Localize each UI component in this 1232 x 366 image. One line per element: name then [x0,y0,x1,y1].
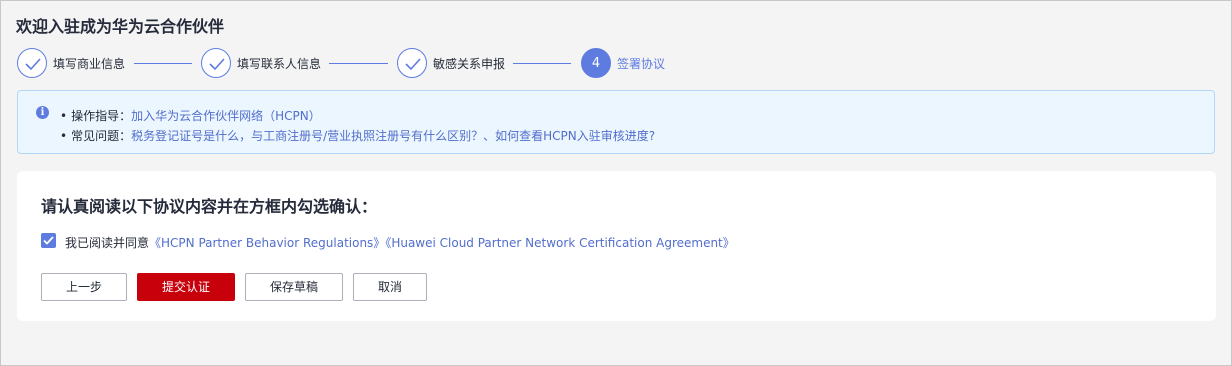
review-progress-faq-link[interactable]: 如何查看HCPN入驻审核进度? [495,129,655,143]
step-connector [329,63,388,64]
bullet: • [60,109,68,123]
tax-registration-faq-link[interactable]: 税务登记证号是什么，与工商注册号/营业执照注册号有什么区别？ [131,129,483,143]
info-icon: i [36,106,49,119]
prev-step-button[interactable]: 上一步 [41,273,127,301]
agree-checkbox[interactable] [41,233,56,248]
step-3-label: 敏感关系申报 [433,57,506,71]
guide-prefix: 操作指导： [71,109,132,123]
agreement-card: 请认真阅读以下协议内容并在方框内勾选确认： 我已阅读并同意《HCPN Partn… [17,171,1216,321]
certification-agreement-link[interactable]: 《Huawei Cloud Partner Network Certificat… [385,236,734,250]
cancel-button[interactable]: 取消 [353,273,427,301]
step-2-check-icon [201,48,231,78]
save-draft-button[interactable]: 保存草稿 [245,273,343,301]
step-4-number: 4 [581,48,611,78]
step-1-label: 填写商业信息 [53,57,126,71]
step-connector [513,63,571,64]
agree-prefix: 我已阅读并同意 [65,236,150,250]
faq-separator: 、 [483,129,496,143]
progress-steps: 填写商业信息 填写联系人信息 敏感关系申报 4 签署协议 [16,47,716,79]
faq-prefix: 常见问题： [71,129,132,143]
agreement-heading: 请认真阅读以下协议内容并在方框内勾选确认： [41,197,378,216]
agree-text: 我已阅读并同意《HCPN Partner Behavior Regulation… [65,234,735,251]
hcpn-guide-link[interactable]: 加入华为云合作伙伴网络（HCPN） [131,109,321,123]
step-4-label: 签署协议 [617,57,666,71]
page-frame: 欢迎入驻成为华为云合作伙伴 填写商业信息 填写联系人信息 敏感关系申报 4 签署… [0,0,1232,366]
step-connector [134,63,192,64]
page-title: 欢迎入驻成为华为云合作伙伴 [16,17,225,36]
step-1-check-icon [17,48,47,78]
step-2-label: 填写联系人信息 [237,57,322,71]
faq-line: • 常见问题：税务登记证号是什么，与工商注册号/营业执照注册号有什么区别？、如何查… [60,127,655,144]
submit-certification-button[interactable]: 提交认证 [137,273,235,301]
behavior-regulations-link[interactable]: 《HCPN Partner Behavior Regulations》 [149,236,385,250]
info-notice: i • 操作指导：加入华为云合作伙伴网络（HCPN） • 常见问题：税务登记证号是什… [17,90,1215,154]
guide-line: • 操作指导：加入华为云合作伙伴网络（HCPN） [60,107,321,124]
bullet: • [60,129,68,143]
step-3-check-icon [397,48,427,78]
